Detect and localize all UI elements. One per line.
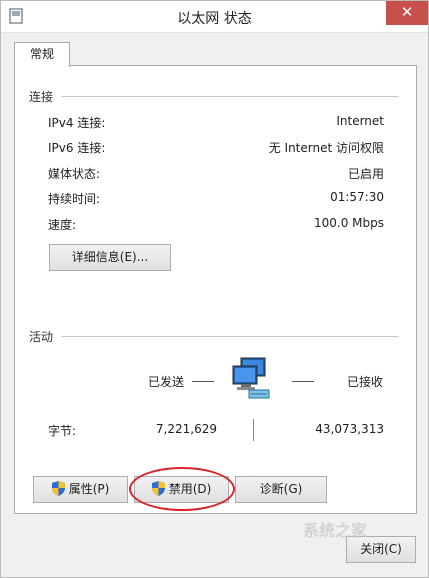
bytes-sent-value: 7,221,629 — [155, 422, 217, 436]
sent-dash — [192, 381, 214, 382]
duration-value: 01:57:30 — [330, 190, 384, 204]
network-computers-icon — [232, 357, 270, 399]
media-state-label: 媒体状态: — [48, 167, 101, 181]
duration-label: 持续时间: — [48, 192, 101, 206]
bytes-separator — [253, 419, 254, 441]
connection-divider — [61, 96, 399, 97]
diagnose-button[interactable]: 诊断(G) — [235, 476, 327, 503]
general-tab-panel — [14, 65, 417, 514]
close-window-button[interactable]: ✕ — [386, 1, 428, 25]
activity-section-title: 活动 — [29, 330, 54, 344]
uac-shield-icon — [51, 481, 65, 496]
properties-button-label: 属性(P) — [68, 482, 110, 496]
uac-shield-icon — [151, 481, 165, 496]
disable-button-label: 禁用(D) — [168, 482, 212, 496]
properties-button[interactable]: 属性(P) — [33, 476, 128, 503]
ipv4-label: IPv4 连接: — [48, 116, 106, 130]
media-state-value: 已启用 — [347, 167, 384, 181]
received-label: 已接收 — [347, 375, 384, 389]
title-bar: 以太网 状态 ✕ — [1, 1, 428, 33]
watermark-text: 系统之家 — [303, 521, 368, 540]
received-dash — [292, 381, 314, 382]
activity-divider — [61, 336, 399, 337]
window-title: 以太网 状态 — [177, 11, 252, 27]
tab-general[interactable]: 常规 — [14, 42, 70, 67]
disable-button[interactable]: 禁用(D) — [134, 476, 229, 503]
details-button[interactable]: 详细信息(E)... — [49, 244, 171, 271]
speed-value: 100.0 Mbps — [313, 216, 384, 230]
bytes-received-value: 43,073,313 — [315, 422, 384, 436]
ipv4-value: Internet — [336, 114, 384, 128]
connection-section-title: 连接 — [29, 90, 54, 104]
ipv6-label: IPv6 连接: — [48, 141, 106, 155]
ethernet-status-window: 以太网 状态 ✕ 常规 连接 IPv4 连接: Internet IPv6 连接… — [0, 0, 429, 578]
sent-label: 已发送 — [148, 375, 185, 389]
watermark-logo: 系统之家 — [303, 521, 428, 561]
ipv6-value: 无 Internet 访问权限 — [268, 141, 384, 155]
bytes-label: 字节: — [48, 424, 77, 438]
speed-label: 速度: — [48, 218, 77, 232]
